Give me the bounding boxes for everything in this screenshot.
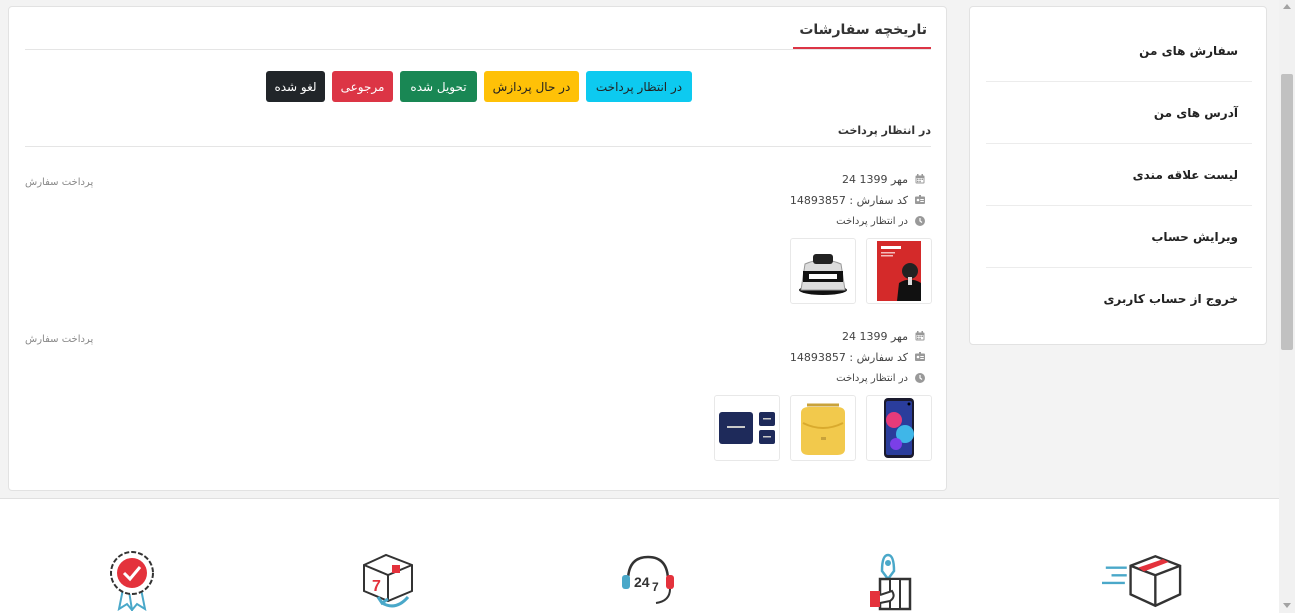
- navy-wallet-image: [719, 412, 775, 444]
- section-divider: [25, 146, 931, 147]
- svg-text:24: 24: [634, 574, 650, 590]
- calendar-icon: [915, 174, 925, 184]
- order-code: کد سفارش : 14893857: [789, 350, 908, 364]
- order-item: 24 مهر 1399 کد سفارش : 14893857 در انتظا…: [9, 324, 948, 464]
- id-card-icon: [915, 352, 925, 361]
- product-thumb-sharpener[interactable]: [790, 238, 856, 304]
- order-status: در انتظار پرداخت: [836, 215, 908, 227]
- page-scrollbar[interactable]: [1279, 0, 1295, 613]
- cash-on-delivery-icon: [852, 551, 932, 611]
- section-heading: در انتظار پرداخت: [837, 124, 931, 137]
- status-filter-returned[interactable]: مرجوعی: [332, 71, 393, 102]
- status-filter-pending-payment[interactable]: در انتظار پرداخت: [586, 71, 692, 102]
- sidebar-item-logout[interactable]: خروج از حساب کاربری: [986, 268, 1252, 330]
- clock-icon: [915, 216, 925, 226]
- order-date: 24 مهر 1399: [841, 329, 908, 343]
- status-filter-cancelled[interactable]: لغو شده: [266, 71, 325, 102]
- knife-sharpener-image: [799, 254, 847, 295]
- order-code-row: کد سفارش : 14893857: [790, 192, 925, 208]
- seven-day-return-icon: 7: [348, 551, 428, 611]
- order-status-row: در انتظار پرداخت: [836, 370, 925, 386]
- pay-order-link[interactable]: پرداخت سفارش: [25, 177, 93, 188]
- order-status: در انتظار پرداخت: [836, 372, 908, 384]
- order-date-row: 24 مهر 1399: [842, 328, 925, 344]
- footer-features: 7 24 7: [0, 498, 1279, 613]
- scroll-thumb[interactable]: [1281, 74, 1293, 350]
- yellow-bag-image: [801, 403, 845, 455]
- quality-badge-icon: [92, 551, 172, 611]
- sidebar-item-wishlist[interactable]: لیست علاقه مندی: [986, 144, 1252, 206]
- sidebar-item-my-orders[interactable]: سفارش های من: [986, 20, 1252, 82]
- fast-delivery-icon: [1102, 551, 1182, 611]
- svg-text:7: 7: [372, 578, 381, 595]
- order-date: 24 مهر 1399: [841, 172, 908, 186]
- product-thumb-book[interactable]: [866, 238, 932, 304]
- order-status-row: در انتظار پرداخت: [836, 213, 925, 229]
- order-history-card: تاریخچه سفارشات در انتظار پرداخت در حال …: [8, 6, 947, 491]
- scroll-down-arrow-icon[interactable]: [1283, 603, 1291, 608]
- order-date-row: 24 مهر 1399: [842, 171, 925, 187]
- book-cover-image: [877, 241, 921, 301]
- scroll-up-arrow-icon[interactable]: [1283, 4, 1291, 9]
- svg-text:7: 7: [652, 580, 659, 594]
- title-divider: [25, 49, 931, 50]
- clock-icon: [915, 373, 925, 383]
- pay-order-link[interactable]: پرداخت سفارش: [25, 334, 93, 345]
- order-item: 24 مهر 1399 کد سفارش : 14893857 در انتظا…: [9, 167, 948, 307]
- order-code-row: کد سفارش : 14893857: [790, 349, 925, 365]
- support-24-7-icon: 24 7: [608, 551, 688, 611]
- calendar-icon: [915, 331, 925, 341]
- id-card-icon: [915, 195, 925, 204]
- status-filter-processing[interactable]: در حال پردازش: [484, 71, 579, 102]
- product-thumb-bag[interactable]: [790, 395, 856, 461]
- sidebar-item-my-addresses[interactable]: آدرس های من: [986, 82, 1252, 144]
- page-title: تاریخچه سفارشات: [793, 16, 931, 49]
- product-thumb-wallet[interactable]: [714, 395, 780, 461]
- order-code: کد سفارش : 14893857: [789, 193, 908, 207]
- product-thumb-phone[interactable]: [866, 395, 932, 461]
- smartphone-image: [884, 398, 914, 458]
- status-filter-delivered[interactable]: تحویل شده: [400, 71, 477, 102]
- account-sidebar: سفارش های من آدرس های من لیست علاقه مندی…: [969, 6, 1267, 345]
- sidebar-item-edit-account[interactable]: ویرایش حساب: [986, 206, 1252, 268]
